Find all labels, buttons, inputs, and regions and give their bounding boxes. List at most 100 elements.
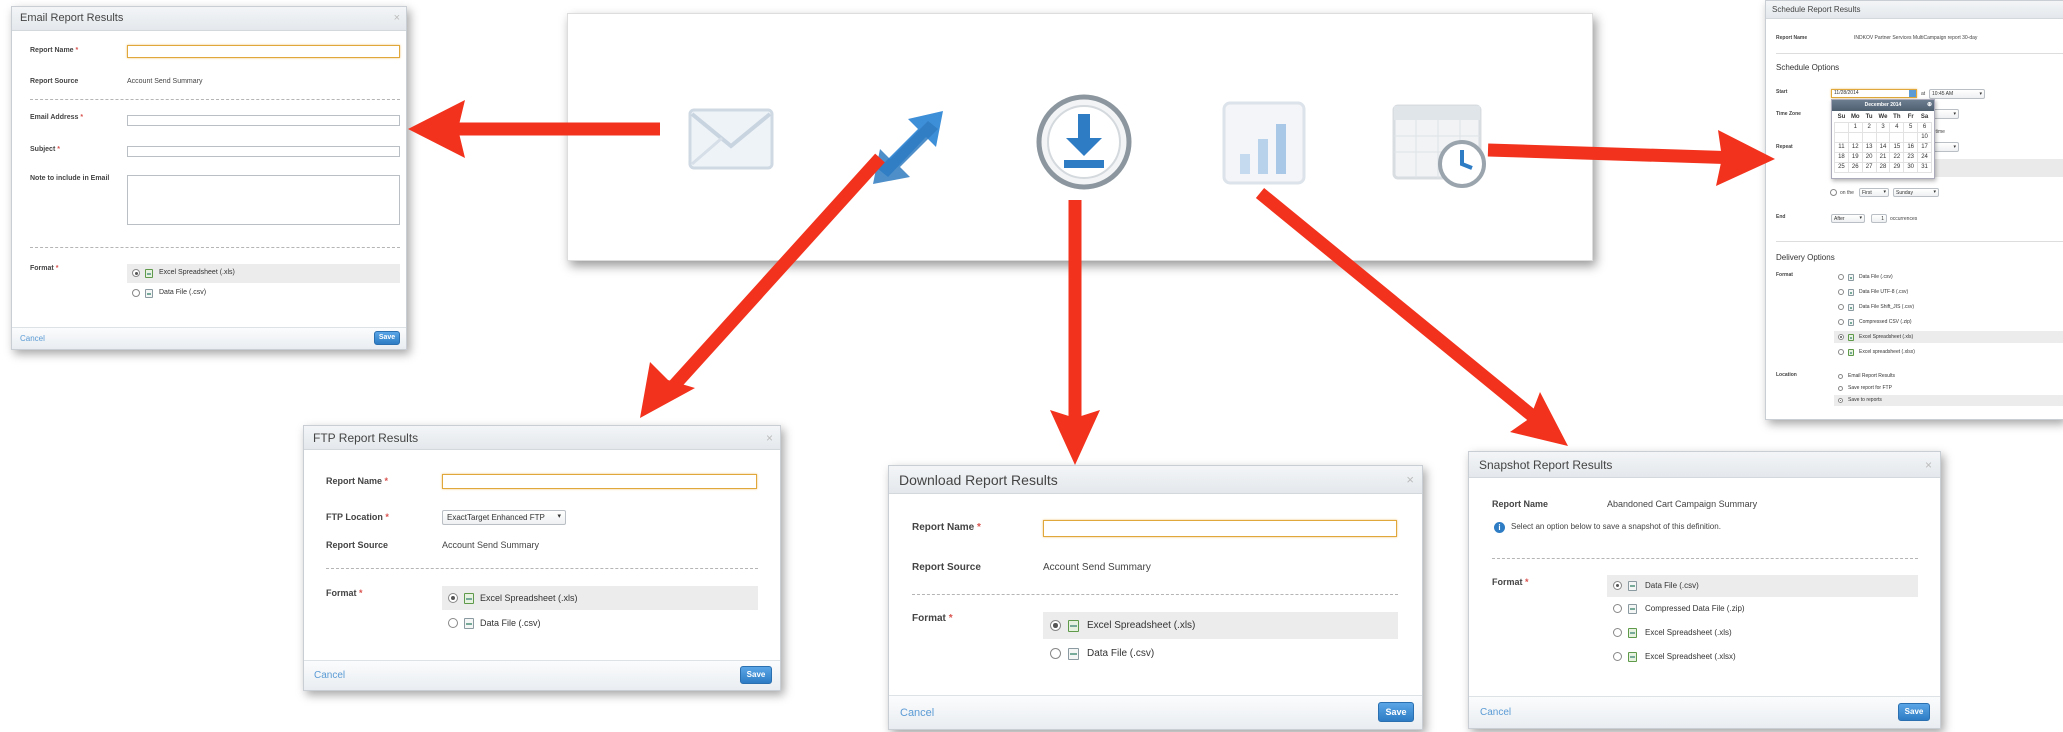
cancel-link[interactable]: Cancel [20,334,45,343]
calendar-day[interactable]: 11 [1834,141,1849,153]
note-textarea[interactable] [127,175,400,225]
radio-button[interactable] [1838,398,1843,403]
save-button[interactable]: Save [1898,703,1930,721]
radio-button[interactable] [1613,581,1622,590]
radio-button[interactable] [1838,274,1844,280]
radio-button[interactable] [132,289,140,297]
radio-button[interactable] [1830,189,1837,196]
radio-button[interactable] [1838,334,1844,340]
calendar-day[interactable]: 19 [1847,151,1863,163]
email-address-input[interactable] [127,115,400,126]
calendar-day[interactable]: 23 [1903,151,1919,163]
calendar-day[interactable]: 4 [1889,121,1905,133]
snapshot-chart-icon[interactable] [1220,99,1310,189]
calendar-day[interactable]: 17 [1917,141,1932,153]
radio-button[interactable] [448,593,458,603]
format-option-xls[interactable]: Excel Spreadsheet (.xls) [442,586,758,610]
calendar-day[interactable]: 15 [1889,141,1905,153]
calendar-day[interactable]: 6 [1917,121,1932,133]
calendar-day[interactable]: 16 [1903,141,1919,153]
format-option[interactable]: Data File Shift_JIS (.csv) [1834,301,2063,313]
close-icon[interactable]: × [1406,472,1414,487]
start-time-select[interactable]: 10:45 AM ▾ [1929,89,1985,99]
subject-input[interactable] [127,146,400,157]
format-option-xlsx[interactable]: Excel Spreadsheet (.xlsx) [1607,646,1918,668]
format-option-xls[interactable]: Excel Spreadsheet (.xls) [1607,622,1918,644]
report-name-input[interactable] [127,45,400,58]
calendar-day[interactable]: 14 [1875,141,1891,153]
calendar-day[interactable]: 10 [1917,131,1932,143]
location-option[interactable]: Save report for FTP [1834,383,2063,394]
calendar-day[interactable]: 27 [1861,161,1877,173]
calendar-day[interactable]: 31 [1917,161,1932,173]
radio-button[interactable] [1838,304,1844,310]
save-button[interactable]: Save [374,331,400,345]
occurrence-count-stepper[interactable]: 1 [1871,214,1887,223]
format-option-csv[interactable]: Data File (.csv) [1607,575,1918,597]
close-icon[interactable]: × [766,431,773,445]
radio-button[interactable] [1838,349,1844,355]
calendar-day[interactable]: 24 [1917,151,1932,163]
next-month-icon[interactable]: ⊕ [1927,100,1932,111]
format-option-xls[interactable]: Excel Spreadsheet (.xls) [1043,612,1398,639]
date-picker[interactable]: December 2014 ⊕ Su Mo Tu We Th Fr Sa 1 2 3 4 5 6 10 1… [1831,99,1935,179]
format-option[interactable]: Excel Spreadsheet (.xls) [1834,331,2063,343]
format-option[interactable]: Excel spreadsheet (.xlsx) [1834,346,2063,358]
location-option[interactable]: Save to reports [1834,395,2063,406]
radio-button[interactable] [448,618,458,628]
email-icon[interactable] [686,104,776,174]
radio-button[interactable] [1613,604,1622,613]
format-option[interactable]: Data File (.csv) [1834,271,2063,283]
calendar-day[interactable]: 3 [1875,121,1891,133]
report-name-input[interactable] [442,474,757,489]
radio-button[interactable] [1838,289,1844,295]
radio-button[interactable] [1838,374,1843,379]
calendar-day[interactable]: 25 [1834,161,1849,173]
format-option-csv[interactable]: Data File (.csv) [442,611,758,635]
calendar-day[interactable] [1861,131,1877,143]
weekday-select[interactable]: Sunday ▾ [1893,188,1939,197]
ftp-location-select[interactable]: ExactTarget Enhanced FTP ▾ [442,510,566,525]
radio-button[interactable] [1838,319,1844,325]
start-date-input[interactable]: 11/28/2014 [1831,89,1917,98]
calendar-icon[interactable] [1909,90,1916,97]
calendar-day[interactable]: 29 [1889,161,1905,173]
calendar-day[interactable] [1889,131,1905,143]
calendar-day[interactable]: 26 [1847,161,1863,173]
radio-button[interactable] [1050,648,1061,659]
end-type-select[interactable]: After ▾ [1831,214,1865,223]
close-icon[interactable]: × [1925,458,1932,472]
calendar-day[interactable]: 30 [1903,161,1919,173]
location-option[interactable]: Email Report Results [1834,371,2063,382]
calendar-day[interactable]: 20 [1861,151,1877,163]
calendar-day[interactable]: 13 [1861,141,1877,153]
calendar-day[interactable]: 1 [1847,121,1863,133]
format-option[interactable]: Compressed CSV (.zip) [1834,316,2063,328]
calendar-grid[interactable]: Su Mo Tu We Th Fr Sa 1 2 3 4 5 6 10 11 12 13 14 15 16 17 18 1… [1834,112,1932,173]
download-icon[interactable] [1034,92,1134,192]
format-option-csv[interactable]: Data File (.csv) [1043,640,1398,667]
calendar-day[interactable]: 2 [1861,121,1877,133]
cancel-link[interactable]: Cancel [1480,707,1511,718]
format-option[interactable]: Data File UTF-8 (.csv) [1834,286,2063,298]
calendar-day[interactable] [1875,131,1891,143]
save-button[interactable]: Save [1378,702,1414,722]
calendar-day[interactable]: 22 [1889,151,1905,163]
calendar-day[interactable] [1847,131,1863,143]
calendar-day[interactable]: 5 [1903,121,1919,133]
schedule-calendar-icon[interactable] [1390,96,1490,196]
calendar-day[interactable]: 21 [1875,151,1891,163]
close-icon[interactable]: × [394,12,400,24]
calendar-day[interactable]: 18 [1834,151,1849,163]
radio-button[interactable] [1838,386,1843,391]
radio-button[interactable] [1613,652,1622,661]
calendar-day[interactable] [1903,131,1919,143]
format-option-csv[interactable]: Data File (.csv) [127,284,400,303]
cancel-link[interactable]: Cancel [314,670,345,681]
report-name-input[interactable] [1043,520,1397,537]
radio-button[interactable] [1050,620,1061,631]
format-option-xls[interactable]: Excel Spreadsheet (.xls) [127,264,400,283]
format-option-zip[interactable]: Compressed Data File (.zip) [1607,598,1918,620]
calendar-day[interactable] [1834,121,1849,133]
week-ordinal-select[interactable]: First ▾ [1859,188,1889,197]
